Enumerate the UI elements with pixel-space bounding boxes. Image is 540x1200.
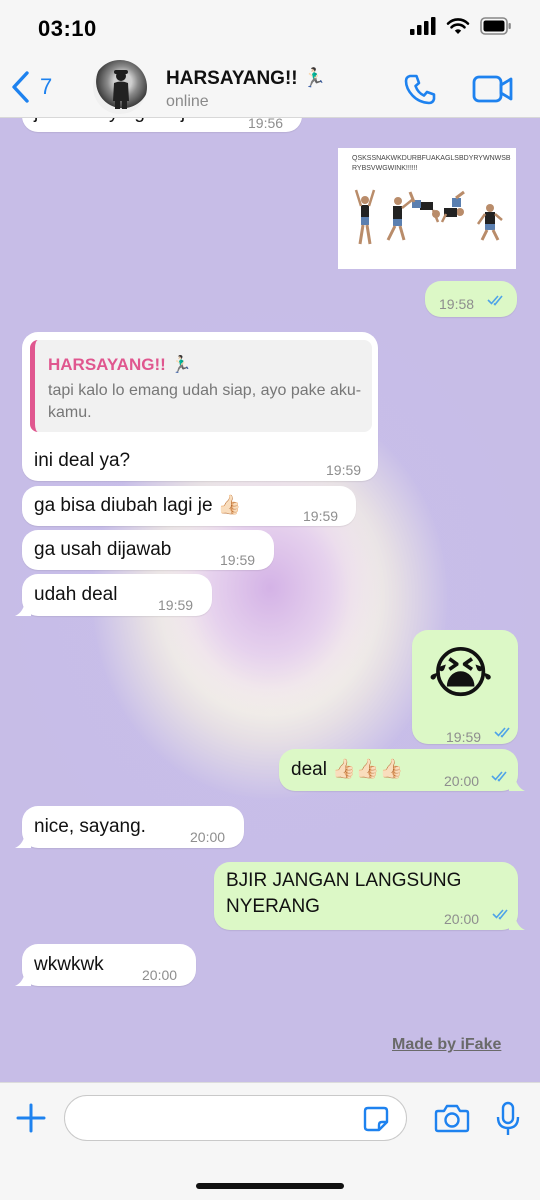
double-check-icon bbox=[491, 771, 507, 782]
watermark-link[interactable]: Made by iFake bbox=[392, 1036, 501, 1054]
double-check-icon bbox=[494, 727, 510, 738]
message-incoming[interactable]: nice, sayang. 20:00 bbox=[15, 806, 244, 848]
message-incoming-partial[interactable]: jawab kaya gitu aja 19:56 bbox=[22, 118, 302, 132]
message-text-line-1: BJIR JANGAN LANGSUNG bbox=[226, 870, 462, 891]
message-time: 20:00 bbox=[142, 967, 178, 983]
status-icons bbox=[410, 17, 512, 35]
avatar-figure bbox=[113, 70, 129, 109]
double-check-icon bbox=[487, 295, 503, 306]
battery-icon bbox=[480, 17, 511, 35]
chat-header: 7 HARSAYANG!! 🏃🏻‍♂️ online bbox=[0, 58, 540, 118]
camera-icon[interactable] bbox=[434, 1103, 470, 1133]
input-bar bbox=[0, 1082, 540, 1200]
message-time: 20:00 bbox=[190, 829, 226, 845]
message-outgoing[interactable]: deal 👍🏻👍🏻👍🏻 20:00 bbox=[279, 749, 525, 791]
message-emoji: 😭 bbox=[428, 641, 494, 704]
message-time: 19:59 bbox=[326, 462, 362, 478]
message-incoming[interactable]: ga bisa diubah lagi je 👍🏻 19:59 bbox=[22, 486, 356, 526]
bubble-tail bbox=[15, 600, 31, 616]
message-text: ga bisa diubah lagi je 👍🏻 bbox=[34, 495, 242, 516]
message-text: nice, sayang. bbox=[34, 816, 146, 837]
sticker-icon[interactable] bbox=[362, 1105, 390, 1133]
back-chevron-icon bbox=[12, 71, 29, 103]
signal-icon bbox=[410, 17, 436, 35]
bubble-tail bbox=[15, 832, 31, 848]
message-time: 19:58 bbox=[439, 296, 475, 312]
avatar[interactable] bbox=[93, 60, 147, 114]
back-button[interactable]: 7 bbox=[10, 70, 52, 104]
video-camera-icon[interactable] bbox=[472, 74, 514, 104]
message-time: 20:00 bbox=[444, 773, 480, 789]
quoted-sender: HARSAYANG!! 🏃🏻‍♂️ bbox=[48, 355, 192, 374]
status-time: 03:10 bbox=[38, 16, 97, 41]
contact-name[interactable]: HARSAYANG!! 🏃🏻‍♂️ bbox=[166, 66, 327, 90]
message-incoming[interactable]: udah deal 19:59 bbox=[15, 574, 212, 616]
bubble-tail bbox=[15, 970, 31, 986]
status-bar: 03:10 bbox=[0, 0, 540, 58]
message-incoming-reply[interactable]: HARSAYANG!! 🏃🏻‍♂️ tapi kalo lo emang uda… bbox=[22, 332, 378, 481]
message-text: jawab kaya gitu aja bbox=[34, 118, 196, 126]
message-outgoing-emoji[interactable]: 😭 19:59 bbox=[412, 630, 518, 745]
flip-sequence-illustration bbox=[354, 189, 503, 245]
message-text: ga usah dijawab bbox=[34, 539, 172, 560]
message-text: wkwkwk bbox=[34, 954, 104, 975]
message-time: 19:59 bbox=[446, 729, 482, 745]
message-incoming[interactable]: ga usah dijawab 19:59 bbox=[22, 530, 274, 570]
quoted-message[interactable]: HARSAYANG!! 🏃🏻‍♂️ tapi kalo lo emang uda… bbox=[30, 340, 372, 432]
plus-icon[interactable] bbox=[14, 1101, 48, 1135]
unread-count: 7 bbox=[40, 74, 53, 99]
image-time-bubble[interactable]: 19:58 bbox=[425, 281, 517, 317]
microphone-icon[interactable] bbox=[496, 1101, 520, 1137]
message-incoming[interactable]: wkwkwk 20:00 bbox=[15, 944, 196, 986]
message-text: deal 👍🏻👍🏻👍🏻 bbox=[291, 759, 404, 780]
bubble-tail bbox=[509, 775, 525, 791]
contact-status: online bbox=[166, 93, 209, 110]
home-indicator bbox=[196, 1183, 344, 1189]
phone-icon[interactable] bbox=[402, 72, 438, 108]
chat-area[interactable]: jawab kaya gitu aja 19:56 QSKSSNAKWKDURB… bbox=[0, 118, 540, 1082]
double-check-icon bbox=[492, 909, 508, 920]
message-time: 19:59 bbox=[220, 552, 256, 568]
message-text: ini deal ya? bbox=[34, 450, 131, 471]
sticker-image[interactable]: QSKSSNAKWKDURBFUAKAGLSBDYRYWNWSBRYBSVWGW… bbox=[338, 148, 516, 269]
quoted-text: tapi kalo lo emang udah siap, ayo pake a… bbox=[48, 382, 362, 421]
message-text: udah deal bbox=[34, 584, 118, 605]
message-time: 19:59 bbox=[158, 597, 194, 613]
message-time: 19:59 bbox=[303, 508, 339, 524]
message-time: 20:00 bbox=[444, 911, 480, 927]
message-time: 19:56 bbox=[248, 118, 284, 131]
message-outgoing[interactable]: BJIR JANGAN LANGSUNG NYERANG 20:00 bbox=[214, 862, 525, 930]
bubble-tail bbox=[509, 914, 525, 930]
message-input[interactable] bbox=[64, 1095, 407, 1141]
wifi-icon bbox=[446, 18, 470, 34]
message-text-line-2: NYERANG bbox=[226, 896, 320, 917]
